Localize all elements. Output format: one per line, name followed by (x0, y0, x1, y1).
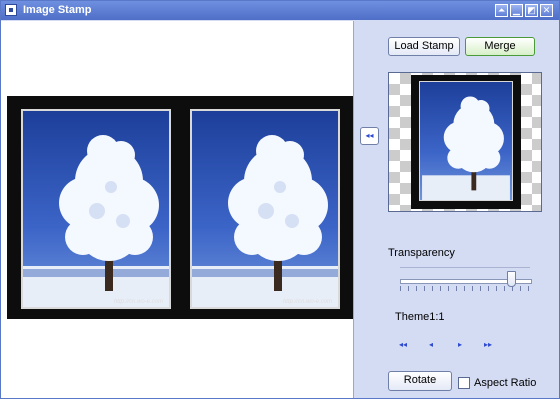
transparency-label: Transparency (388, 247, 455, 259)
stamp-panel: Load Stamp Merge ◂◂ Transparency Theme1:… (354, 21, 559, 398)
stamp-preview-photo (419, 81, 513, 201)
window-title: Image Stamp (23, 4, 92, 16)
slider-rail (400, 267, 530, 268)
aspect-ratio-checkbox[interactable] (458, 377, 470, 389)
double-left-arrow-icon: ◂◂ (365, 131, 374, 140)
watermark-right: http://cn.wo-e.com (282, 299, 332, 305)
minimize-button[interactable]: ▁ (510, 4, 523, 17)
stamp-preview-frame (411, 75, 521, 209)
maximize-button[interactable]: ◩ (525, 4, 538, 17)
frosted-tree-image (23, 135, 169, 307)
image-canvas[interactable]: http://cn.wo-e.com http://cn.wo-e.com (1, 21, 354, 398)
next-icon[interactable]: ▸ (452, 339, 468, 351)
photo-left: http://cn.wo-e.com (21, 109, 171, 309)
aspect-ratio-label: Aspect Ratio (474, 377, 537, 389)
previous-icon[interactable]: ◂ (423, 339, 439, 351)
last-icon[interactable]: ▸▸ (480, 339, 496, 351)
apply-stamp-button[interactable]: ◂◂ (360, 127, 379, 145)
photo-right: http://cn.wo-e.com (190, 109, 340, 309)
title-bar[interactable]: Image Stamp ⏶ ▁ ◩ ✕ (1, 1, 559, 20)
close-button[interactable]: ✕ (540, 4, 553, 17)
up-button[interactable]: ⏶ (495, 4, 508, 17)
first-icon[interactable]: ◂◂ (395, 339, 411, 351)
load-stamp-button[interactable]: Load Stamp (388, 37, 460, 56)
image-stamp-window: Image Stamp ⏶ ▁ ◩ ✕ http://cn.wo-e.com h… (0, 0, 560, 399)
frosted-tree-image (192, 135, 338, 307)
merge-button[interactable]: Merge (465, 37, 535, 56)
watermark-left: http://cn.wo-e.com (113, 299, 163, 305)
transparency-slider-thumb[interactable] (506, 271, 516, 287)
merged-image: http://cn.wo-e.com http://cn.wo-e.com (7, 96, 353, 319)
app-icon (5, 4, 17, 16)
rotate-button[interactable]: Rotate (388, 371, 452, 391)
theme-label: Theme1:1 (395, 311, 445, 323)
frosted-tree-image (422, 96, 510, 200)
stamp-preview (388, 72, 542, 212)
